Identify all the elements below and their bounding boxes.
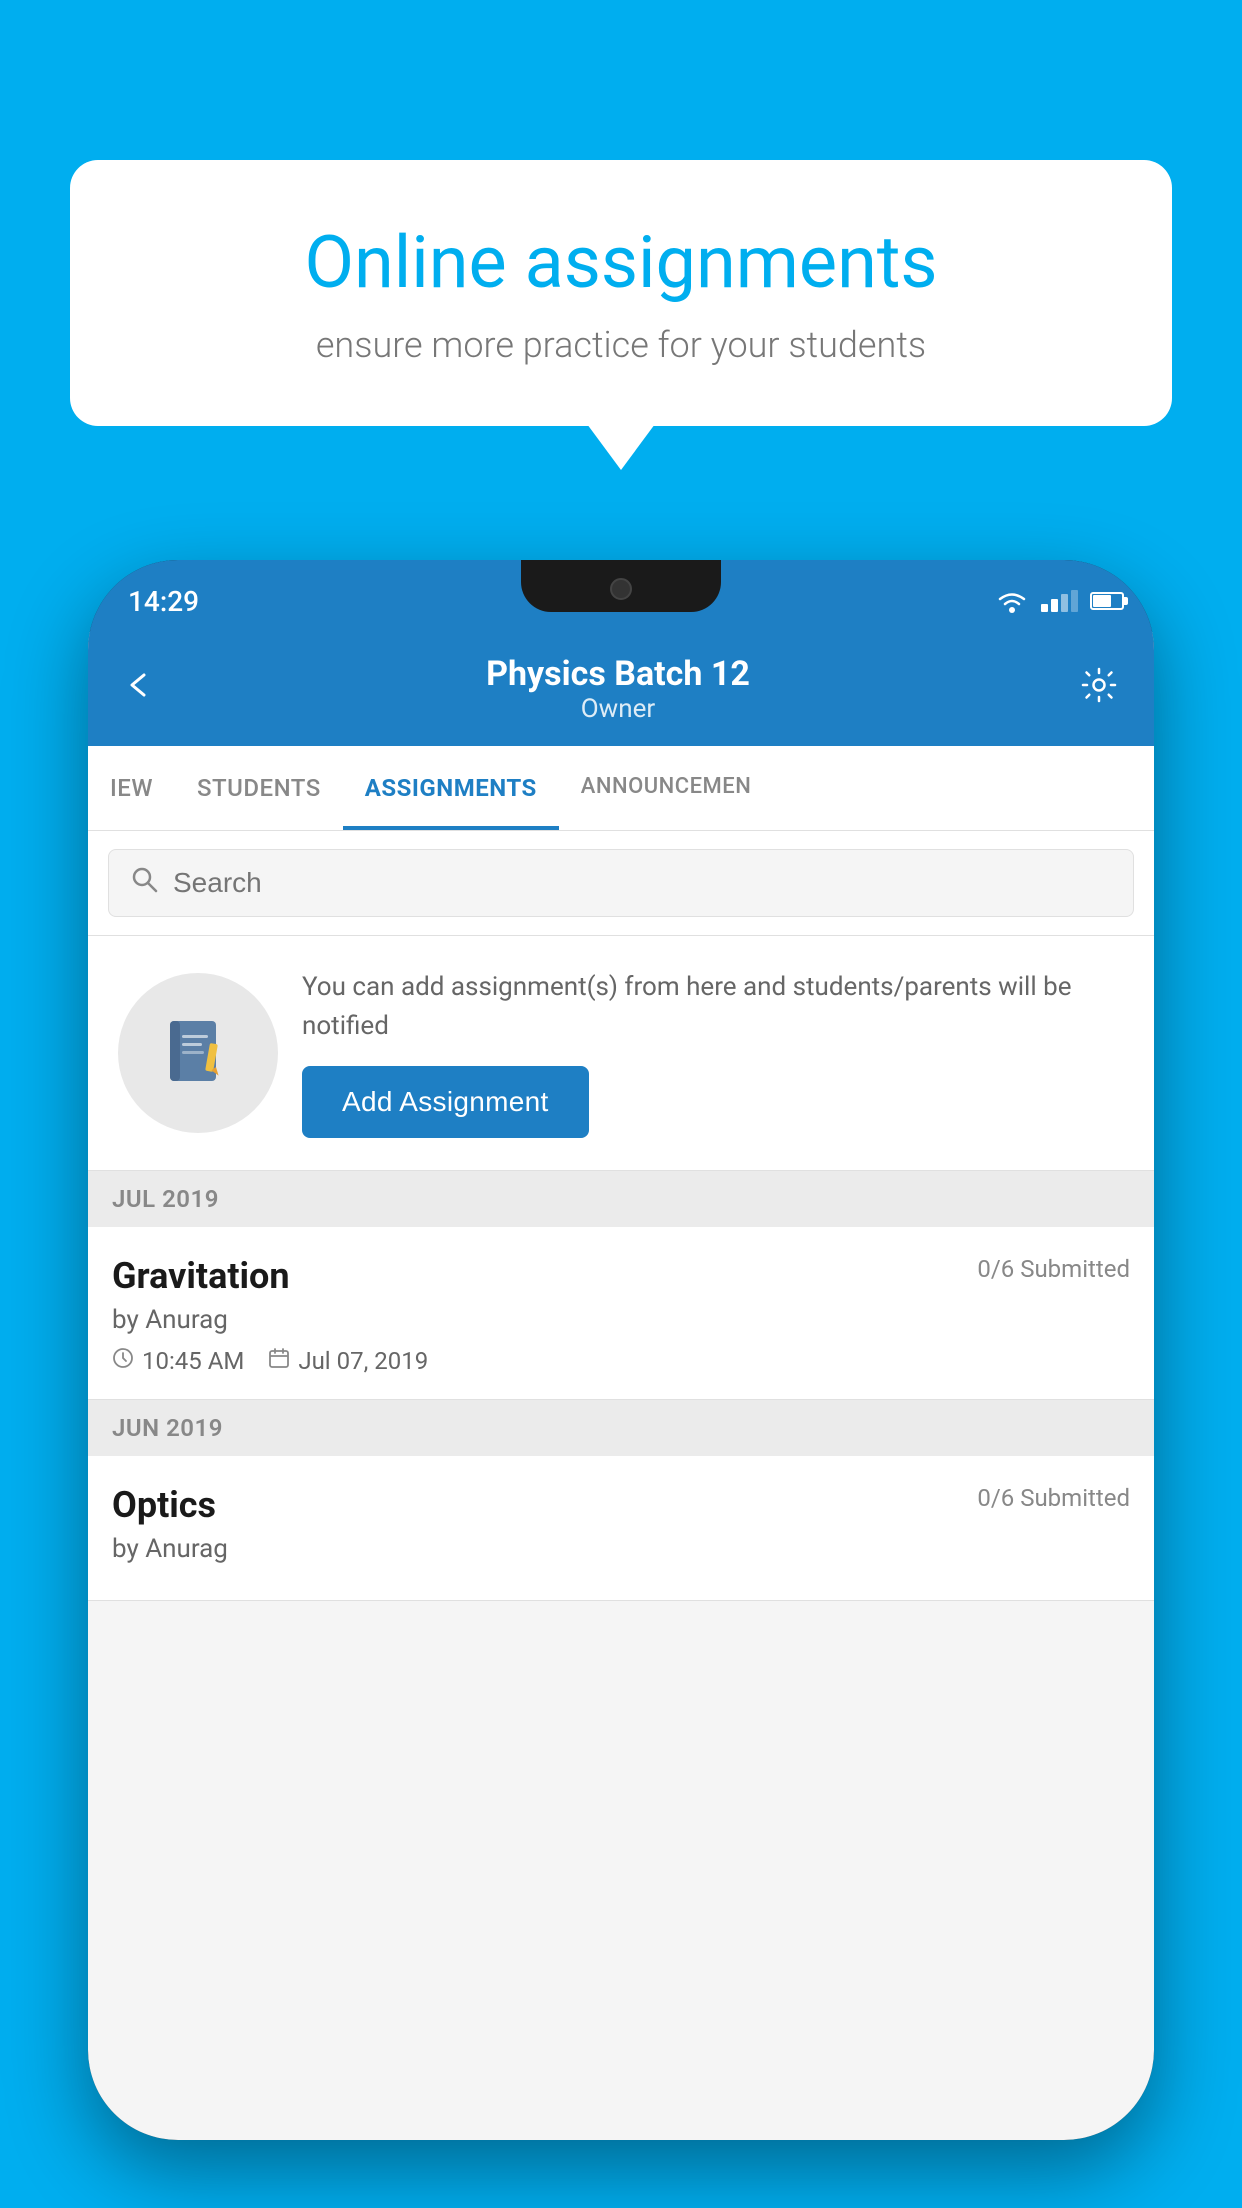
speech-bubble-title: Online assignments	[140, 220, 1102, 306]
search-container	[88, 831, 1154, 936]
tab-iew[interactable]: IEW	[88, 746, 175, 830]
notebook-icon	[158, 1013, 238, 1093]
back-button[interactable]	[118, 662, 162, 716]
battery-icon	[1090, 592, 1124, 610]
assignment-date: Jul 07, 2019	[268, 1347, 428, 1375]
assignment-submitted: 0/6 Submitted	[977, 1255, 1130, 1283]
settings-button[interactable]	[1074, 660, 1124, 719]
add-assignment-description: You can add assignment(s) from here and …	[302, 968, 1124, 1046]
search-icon	[129, 864, 159, 902]
tab-students[interactable]: STUDENTS	[175, 746, 343, 830]
calendar-icon	[268, 1347, 290, 1375]
month-separator-jun: JUN 2019	[88, 1400, 1154, 1456]
tabs-bar: IEW STUDENTS ASSIGNMENTS ANNOUNCEMEN	[88, 746, 1154, 831]
speech-bubble: Online assignments ensure more practice …	[70, 160, 1172, 426]
status-icons	[995, 588, 1124, 614]
phone-notch	[521, 560, 721, 612]
signal-icon	[1041, 590, 1078, 612]
search-input-wrapper[interactable]	[108, 849, 1134, 917]
assignment-header-optics: Optics 0/6 Submitted	[112, 1484, 1130, 1526]
assignment-item-optics[interactable]: Optics 0/6 Submitted by Anurag	[88, 1456, 1154, 1601]
tab-announcements[interactable]: ANNOUNCEMEN	[559, 746, 774, 830]
add-assignment-section: You can add assignment(s) from here and …	[88, 936, 1154, 1171]
header-title-block: Physics Batch 12 Owner	[162, 654, 1074, 724]
add-assignment-content: You can add assignment(s) from here and …	[302, 968, 1124, 1138]
wifi-icon	[995, 588, 1029, 614]
add-assignment-button[interactable]: Add Assignment	[302, 1066, 589, 1138]
phone-frame: 14:29	[88, 560, 1154, 2140]
month-separator-jul: JUL 2019	[88, 1171, 1154, 1227]
front-camera	[610, 578, 632, 600]
phone-container: 14:29	[88, 560, 1154, 2208]
assignment-by-optics: by Anurag	[112, 1534, 1130, 1564]
app-header: Physics Batch 12 Owner	[88, 632, 1154, 746]
speech-bubble-subtitle: ensure more practice for your students	[140, 324, 1102, 366]
tab-assignments[interactable]: ASSIGNMENTS	[343, 746, 559, 830]
app-screen: Physics Batch 12 Owner IEW STUDENTS ASSI…	[88, 632, 1154, 2140]
status-time: 14:29	[128, 585, 199, 618]
header-title: Physics Batch 12	[162, 654, 1074, 694]
assignment-item-gravitation[interactable]: Gravitation 0/6 Submitted by Anurag 10:4…	[88, 1227, 1154, 1400]
speech-bubble-container: Online assignments ensure more practice …	[70, 160, 1172, 426]
assignment-name: Gravitation	[112, 1255, 290, 1297]
assignment-submitted-optics: 0/6 Submitted	[977, 1484, 1130, 1512]
assignment-meta: 10:45 AM Jul 07, 2019	[112, 1347, 1130, 1375]
search-input[interactable]	[173, 867, 1113, 899]
assignment-time: 10:45 AM	[112, 1347, 244, 1375]
assignment-name-optics: Optics	[112, 1484, 216, 1526]
header-subtitle: Owner	[162, 694, 1074, 724]
clock-icon	[112, 1347, 134, 1375]
assignment-header: Gravitation 0/6 Submitted	[112, 1255, 1130, 1297]
assignment-icon-circle	[118, 973, 278, 1133]
assignment-by: by Anurag	[112, 1305, 1130, 1335]
